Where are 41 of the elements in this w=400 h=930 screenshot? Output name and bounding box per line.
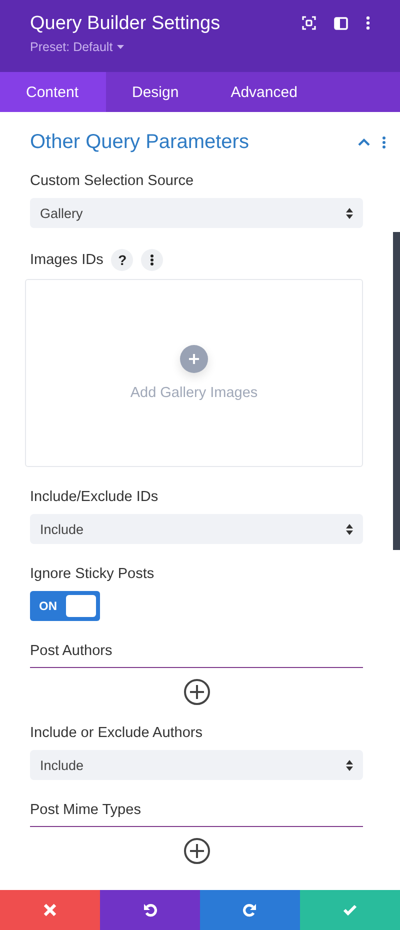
redo-button[interactable] bbox=[200, 890, 300, 930]
field-label: Post Mime Types bbox=[30, 801, 142, 819]
tab[interactable]: Content bbox=[0, 72, 106, 112]
field-label: Ignore Sticky Posts bbox=[30, 565, 156, 583]
focus-icon[interactable] bbox=[302, 16, 316, 30]
add-circle-icon[interactable] bbox=[182, 837, 210, 865]
section-title[interactable]: Other Query Parameters bbox=[30, 130, 249, 154]
field-label: Custom Selection Source bbox=[30, 172, 195, 190]
panel-title: Query Builder Settings bbox=[30, 12, 220, 36]
more-icon bbox=[150, 254, 154, 266]
plus-icon bbox=[189, 354, 199, 364]
toggle-switch[interactable]: ON bbox=[30, 591, 100, 621]
scrollbar[interactable] bbox=[393, 232, 400, 550]
select-field[interactable]: Include bbox=[30, 750, 363, 780]
redo-icon bbox=[243, 903, 257, 917]
sidebar-icon[interactable] bbox=[334, 16, 348, 30]
add-image-button[interactable] bbox=[180, 345, 208, 373]
tab[interactable]: Design bbox=[106, 72, 205, 112]
field-label: Images IDs bbox=[30, 251, 104, 269]
tab[interactable]: Advanced bbox=[204, 72, 324, 112]
add-circle-icon[interactable] bbox=[182, 678, 210, 706]
collapse-icon[interactable] bbox=[358, 138, 370, 146]
more-icon[interactable] bbox=[366, 16, 370, 30]
close-icon bbox=[43, 903, 57, 917]
field-label: Include or Exclude Authors bbox=[30, 724, 204, 742]
field-label: Post Authors bbox=[30, 642, 114, 660]
field-label: Include/Exclude IDs bbox=[30, 488, 160, 506]
select-arrows-icon bbox=[346, 208, 353, 218]
caret-icon bbox=[116, 45, 124, 49]
select-arrows-icon bbox=[346, 524, 353, 534]
select-field[interactable]: Gallery bbox=[30, 198, 363, 228]
add-images-label: Add Gallery Images bbox=[130, 385, 258, 401]
check-icon bbox=[343, 903, 357, 917]
preset-dropdown[interactable]: Preset: Default bbox=[30, 40, 220, 54]
select-field[interactable]: Include bbox=[30, 514, 363, 544]
select-arrows-icon bbox=[346, 760, 353, 770]
help-button[interactable]: ? bbox=[111, 249, 134, 271]
undo-button[interactable] bbox=[100, 890, 200, 930]
more-options-button[interactable] bbox=[141, 249, 164, 271]
more-icon[interactable] bbox=[382, 136, 386, 148]
undo-icon bbox=[143, 903, 157, 917]
